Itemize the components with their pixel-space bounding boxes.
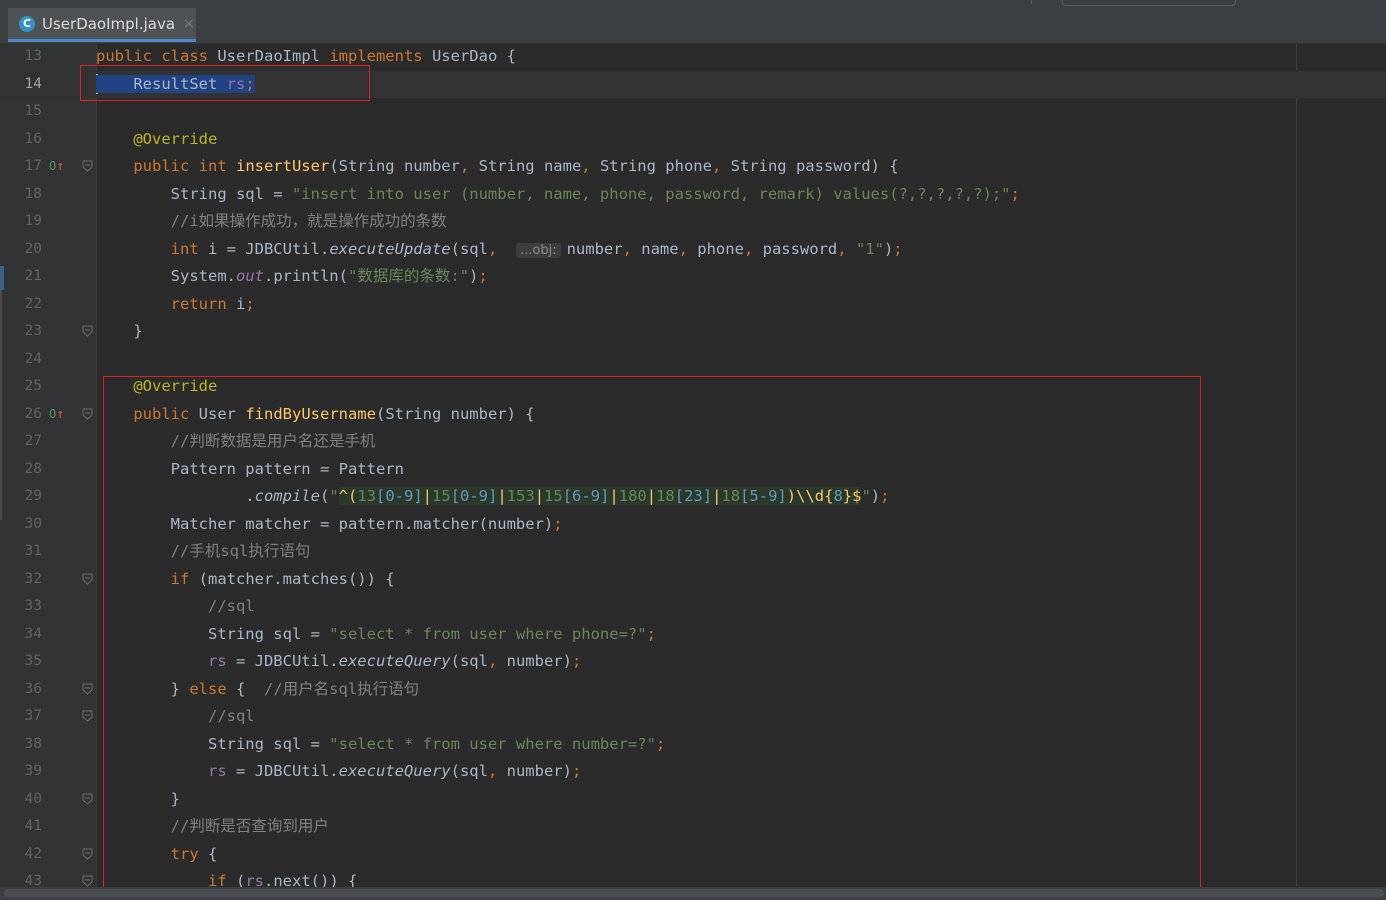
line-number: 25 <box>24 378 42 394</box>
code-line[interactable]: 18 String sql = "insert into user (numbe… <box>0 181 1386 209</box>
fold-marker-icon[interactable] <box>82 408 93 420</box>
tab-userdaoimpl[interactable]: C UserDaoImpl.java × <box>8 8 196 42</box>
line-number: 20 <box>24 240 42 257</box>
line-number: 23 <box>24 323 42 339</box>
line-code: //i如果操作成功，就是操作成功的条数 <box>170 212 447 230</box>
line-number: 35 <box>24 653 42 669</box>
fold-marker-icon[interactable] <box>82 683 93 695</box>
line-code: String sql = "insert into user (number, … <box>96 184 1020 203</box>
line-code: return i; <box>170 294 255 313</box>
line-number: 36 <box>24 680 42 697</box>
line-code: System.out.println("数据库的条数:"); <box>96 267 488 285</box>
line-number: 26 <box>24 405 42 422</box>
fold-marker-icon[interactable] <box>82 848 93 860</box>
navigation-widget[interactable] <box>1062 0 1236 6</box>
line-number: 18 <box>24 185 42 202</box>
line-number: 40 <box>24 790 42 807</box>
code-line[interactable]: 20 int i = JDBCUtil.executeUpdate(sql, .… <box>0 236 1386 264</box>
code-line[interactable]: 22 return i; <box>0 291 1386 319</box>
line-number: 37 <box>24 708 42 724</box>
line-number: 19 <box>24 213 42 229</box>
fold-marker-icon[interactable] <box>82 710 93 722</box>
line-number: 42 <box>24 845 42 862</box>
line-number: 41 <box>24 818 42 834</box>
line-code: int i = JDBCUtil.executeUpdate(sql, ...o… <box>170 239 903 258</box>
code-line[interactable]: 15 <box>0 98 1386 126</box>
highlight-box-method <box>103 376 1201 887</box>
line-code: } <box>96 322 143 340</box>
fold-marker-icon[interactable] <box>82 325 93 337</box>
highlight-box-field <box>80 65 370 101</box>
line-number: 27 <box>24 433 42 449</box>
code-line[interactable]: 17 O↑ public int insertUser(String number… <box>0 153 1386 181</box>
line-number: 43 <box>24 873 42 887</box>
line-number: 34 <box>24 625 42 642</box>
line-number: 30 <box>24 515 42 532</box>
code-line[interactable]: 16 @Override <box>0 126 1386 154</box>
horizontal-scrollbar-thumb[interactable] <box>4 889 1384 897</box>
line-number: 38 <box>24 735 42 752</box>
code-line[interactable]: 21 System.out.println("数据库的条数:"); <box>0 263 1386 291</box>
line-number: 28 <box>24 460 42 477</box>
code-editor[interactable]: 13 public class UserDaoImpl implements Us… <box>0 44 1386 887</box>
code-line[interactable]: 23 } <box>0 318 1386 346</box>
line-number: 16 <box>24 130 42 147</box>
java-class-icon: C <box>19 15 35 32</box>
line-number: 21 <box>24 268 42 284</box>
line-number: 29 <box>24 488 42 504</box>
fold-marker-icon[interactable] <box>82 875 93 887</box>
line-number: 13 <box>24 48 42 64</box>
line-number: 24 <box>24 350 42 367</box>
line-number: 39 <box>24 763 42 779</box>
fold-marker-icon[interactable] <box>82 160 93 172</box>
line-code: public int insertUser(String number, Str… <box>133 157 899 175</box>
tab-label: UserDaoImpl.java <box>42 14 176 33</box>
line-number: 15 <box>24 103 42 119</box>
line-number: 17 <box>24 158 42 174</box>
close-icon[interactable]: × <box>183 16 195 32</box>
code-line[interactable]: 24 <box>0 346 1386 374</box>
line-number: 33 <box>24 598 42 614</box>
toolbar-divider <box>1031 0 1032 4</box>
editor-tab-bar: C UserDaoImpl.java × <box>0 0 1386 44</box>
fold-marker-icon[interactable] <box>82 573 93 585</box>
line-number: 31 <box>24 543 42 559</box>
override-method-icon[interactable]: O↑ <box>49 153 64 181</box>
code-line[interactable]: 19 //i如果操作成功，就是操作成功的条数 <box>0 208 1386 236</box>
fold-marker-icon[interactable] <box>82 793 93 805</box>
line-code: @Override <box>133 129 218 148</box>
line-number: 14 <box>24 75 42 92</box>
override-method-icon[interactable]: O↑ <box>49 401 64 429</box>
line-number: 32 <box>24 570 42 587</box>
line-number: 22 <box>24 295 42 312</box>
